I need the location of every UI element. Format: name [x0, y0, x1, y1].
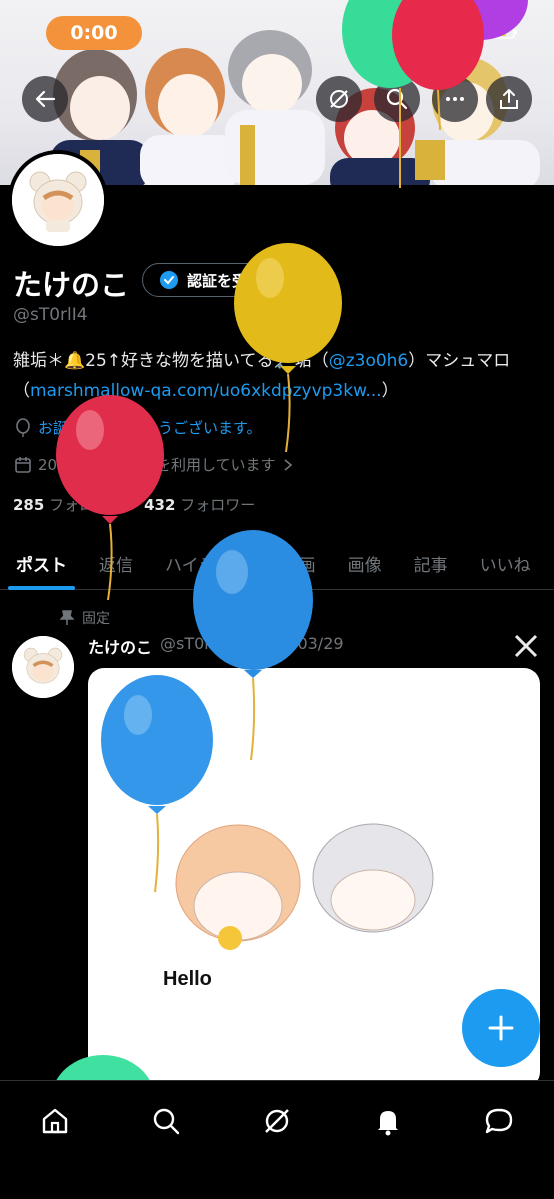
tab-articles[interactable]: 記事 [398, 536, 464, 590]
tab-likes[interactable]: いいね [464, 536, 547, 590]
tab-replies[interactable]: 返信 [83, 536, 149, 590]
balloon-icon [16, 417, 30, 437]
bio-text-end: ） [381, 381, 399, 401]
bio-mention-link[interactable]: @z3o0h6 [329, 351, 409, 371]
search-icon [386, 88, 408, 110]
tab-posts[interactable]: ポスト [0, 536, 83, 590]
followers-link[interactable]: 432 フォロワー [144, 494, 255, 515]
birthday-text[interactable]: お誕生日おめでとうございます。 [38, 417, 262, 438]
search-nav-icon [153, 1108, 180, 1135]
bio-url-link[interactable]: marshmallow-qa.com/uo6xkdpzyvp3kw... [30, 381, 382, 401]
post-date[interactable]: 2026/03/29 [251, 634, 343, 658]
wifi-icon [459, 25, 477, 39]
bio-text: 雑垢＊🔔25↑好きな物を描いてる🗝️垢（ [13, 351, 329, 371]
grok-icon [330, 90, 348, 108]
bottom-navigation [0, 1080, 554, 1199]
message-icon [485, 1108, 512, 1134]
more-button[interactable] [432, 76, 478, 122]
nav-search[interactable] [146, 1101, 186, 1141]
grok-nav-icon [265, 1109, 289, 1133]
profile-tabs: ポスト 返信 ハイライト 動画 画像 記事 いいね [0, 536, 554, 590]
chevron-right-icon [284, 458, 292, 471]
x-logo-icon [514, 634, 538, 662]
birthday-row: お誕生日おめでとうございます。 [14, 417, 262, 438]
share-icon [500, 89, 518, 109]
get-verified-button[interactable]: 認証を受ける [142, 263, 293, 297]
calendar-icon [15, 456, 31, 473]
battery-icon [488, 25, 517, 39]
status-time: 0:00 [46, 16, 142, 50]
tab-highlights[interactable]: ハイライト [149, 536, 266, 590]
nav-grok[interactable] [257, 1101, 297, 1141]
grok-button[interactable] [316, 76, 362, 122]
pin-icon [60, 610, 74, 625]
share-button[interactable] [486, 76, 532, 122]
post-avatar-image [12, 636, 74, 698]
profile-avatar[interactable] [8, 150, 108, 250]
arrow-left-icon [35, 90, 56, 108]
post-avatar[interactable] [12, 636, 74, 698]
joined-text: 2023年1月からXを利用しています [38, 456, 276, 474]
post-separator: · [238, 634, 244, 653]
image-caption: Hello [163, 968, 212, 990]
get-verified-label: 認証を受ける [187, 271, 278, 290]
nav-home[interactable] [35, 1101, 75, 1141]
display-name: たけのこ [13, 268, 130, 302]
post-author-handle[interactable]: @sT0rlI4 [160, 634, 230, 658]
pinned-indicator: 固定 [60, 608, 110, 628]
tab-videos[interactable]: 動画 [266, 536, 332, 590]
pinned-label: 固定 [82, 611, 110, 627]
verified-badge-icon [160, 271, 178, 289]
follow-stats: 285 フォロー中 432 フォロワー [13, 494, 255, 515]
plus-icon [488, 1015, 514, 1041]
tab-images[interactable]: 画像 [332, 536, 398, 590]
profile-bio: 雑垢＊🔔25↑好きな物を描いてる🗝️垢（@z3o0h6）マシュマロ（marshm… [13, 346, 533, 406]
post-author-name[interactable]: たけのこ [88, 634, 152, 658]
nav-messages[interactable] [479, 1101, 519, 1141]
bell-icon [377, 1111, 398, 1136]
avatar-image [12, 154, 104, 246]
following-link[interactable]: 285 フォロー中 [13, 494, 124, 515]
post-header: たけのこ @sT0rlI4 · 2026/03/29 [88, 634, 344, 658]
joined-row[interactable]: 2023年1月からXを利用しています [14, 454, 294, 475]
profile-handle: @sT0rlI4 [13, 305, 88, 325]
nav-notifications[interactable] [368, 1101, 408, 1141]
status-icons [428, 24, 518, 40]
more-icon [446, 97, 464, 101]
home-icon [43, 1108, 68, 1134]
back-button[interactable] [22, 76, 68, 122]
search-button[interactable] [374, 76, 420, 122]
signal-icon [428, 25, 446, 40]
compose-button[interactable] [462, 989, 540, 1067]
